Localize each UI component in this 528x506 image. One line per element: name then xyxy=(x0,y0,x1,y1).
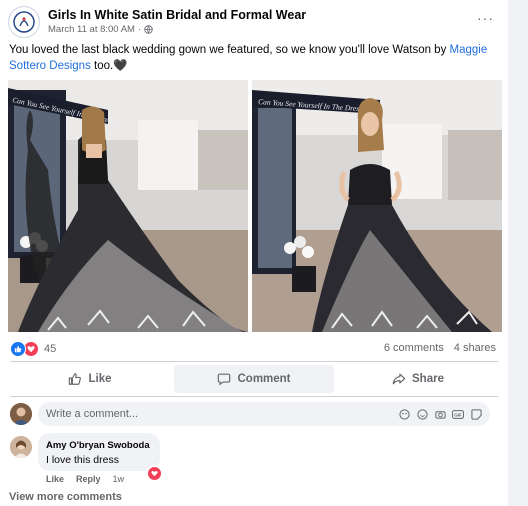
like-button[interactable]: Like xyxy=(10,365,170,393)
post-text: You loved the last black wedding gown we… xyxy=(9,42,489,74)
camera-icon[interactable] xyxy=(434,408,446,420)
comment-icon xyxy=(218,373,231,386)
comment-bubble: Amy O'bryan Swoboda I love this dress xyxy=(38,433,160,471)
comment-love-reaction-icon[interactable] xyxy=(146,465,163,482)
page-avatar[interactable] xyxy=(8,6,40,38)
post-actions: Like Comment Share xyxy=(10,365,498,393)
comment-label: Comment xyxy=(237,373,291,385)
current-user-avatar[interactable] xyxy=(10,403,32,425)
comment-time[interactable]: 1w xyxy=(113,474,125,484)
share-icon xyxy=(392,373,406,385)
divider xyxy=(10,396,498,397)
commenter-avatar[interactable] xyxy=(10,436,32,458)
gif-icon[interactable]: GIF xyxy=(452,408,464,420)
comment-text: I love this dress xyxy=(46,454,119,466)
comment-button[interactable]: Comment xyxy=(174,365,334,393)
post-meta: March 11 at 8:00 AM · xyxy=(48,24,153,35)
like-reaction-icon xyxy=(10,341,26,357)
photo-front-view[interactable]: Can You See Yourself In The Dress xyxy=(252,80,502,332)
page-logo-icon xyxy=(13,11,35,33)
post-text-body: You loved the last black wedding gown we… xyxy=(9,44,450,56)
post-header: Girls In White Satin Bridal and Formal W… xyxy=(8,6,498,38)
page-name[interactable]: Girls In White Satin Bridal and Formal W… xyxy=(48,8,306,22)
engagement-counts: 6 comments 4 shares xyxy=(384,342,496,354)
like-label: Like xyxy=(88,373,112,385)
shares-count[interactable]: 4 shares xyxy=(454,342,496,354)
post-date[interactable]: March 11 at 8:00 AM xyxy=(48,24,135,35)
composer-icons: GIF xyxy=(398,408,482,420)
svg-text:GIF: GIF xyxy=(454,412,462,417)
bride-front-image: Can You See Yourself In The Dress xyxy=(252,80,502,332)
photo-back-view[interactable]: Can You See Yourself In The Dress xyxy=(8,80,248,332)
divider xyxy=(10,361,498,362)
avatar-sticker-icon[interactable] xyxy=(398,408,410,420)
comment-author[interactable]: Amy O'bryan Swoboda xyxy=(46,440,150,451)
feed-background xyxy=(508,0,528,506)
black-heart-emoji: 🖤 xyxy=(113,60,128,72)
comment-like-button[interactable]: Like xyxy=(46,474,64,484)
bride-back-image: Can You See Yourself In The Dress xyxy=(8,80,248,332)
post-text-tail: too. xyxy=(90,60,114,72)
comment-input[interactable] xyxy=(38,407,378,421)
comment-actions: Like Reply 1w xyxy=(46,474,124,484)
emoji-icon[interactable] xyxy=(416,408,428,420)
share-button[interactable]: Share xyxy=(338,365,498,393)
sticker-icon[interactable] xyxy=(470,408,482,420)
comments-count[interactable]: 6 comments xyxy=(384,342,444,354)
reaction-count: 45 xyxy=(44,343,57,355)
post-card: Girls In White Satin Bridal and Formal W… xyxy=(0,0,508,506)
globe-icon xyxy=(144,25,153,34)
view-more-comments[interactable]: View more comments xyxy=(9,491,122,503)
more-options-icon[interactable]: ··· xyxy=(477,10,494,26)
post-photos: Can You See Yourself In The Dress Can Yo… xyxy=(8,80,502,332)
thumbs-up-icon xyxy=(69,373,82,385)
comment-composer: GIF xyxy=(38,402,490,426)
reactions-summary[interactable]: 45 xyxy=(10,341,56,357)
share-label: Share xyxy=(412,373,444,385)
comment-reply-button[interactable]: Reply xyxy=(76,474,101,484)
